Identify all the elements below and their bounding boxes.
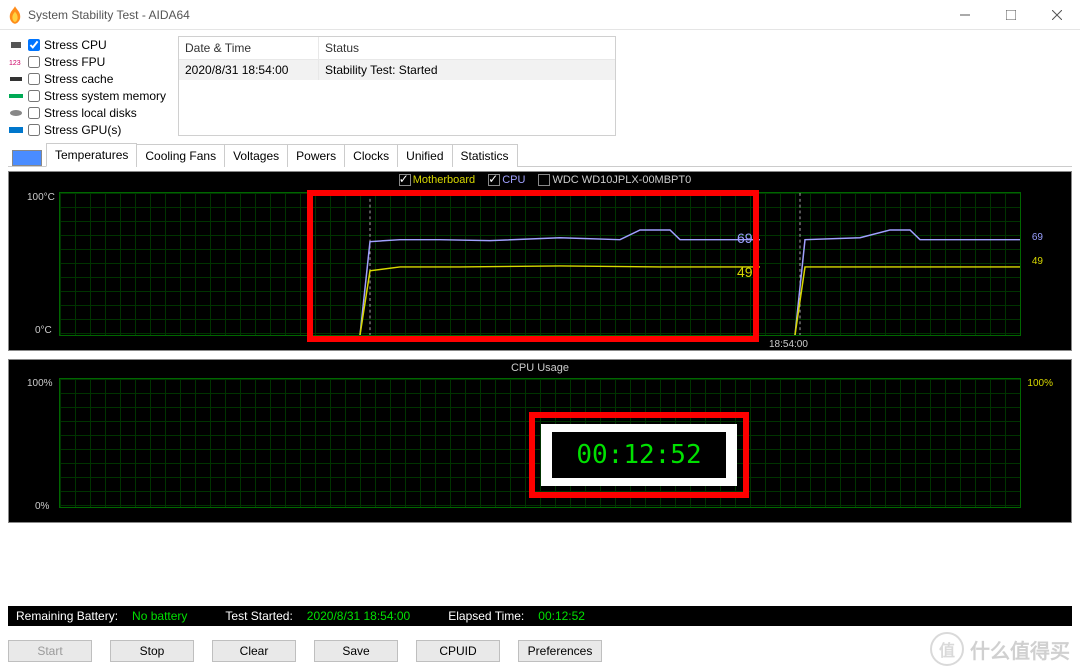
tab-statistics[interactable]: Statistics	[452, 144, 518, 167]
close-button[interactable]	[1034, 0, 1080, 30]
cpu-ymax-l: 100%	[27, 378, 53, 389]
highlight-box-2: 00:12:52	[529, 412, 749, 498]
stress-gpu-checkbox[interactable]	[28, 124, 40, 136]
legend-wd-label: WDC WD10JPLX-00MBPT0	[552, 174, 691, 186]
start-button[interactable]: Start	[8, 640, 92, 662]
timer-overlay: 00:12:52	[541, 424, 737, 486]
tab-bar: Temperatures Cooling Fans Voltages Power…	[8, 142, 1072, 167]
legend-wd-checkbox[interactable]	[538, 174, 550, 186]
stop-button[interactable]: Stop	[110, 640, 194, 662]
cell-status: Stability Test: Started	[319, 60, 615, 80]
status-bar: Remaining Battery: No battery Test Start…	[8, 606, 1072, 626]
stress-disk-checkbox[interactable]	[28, 107, 40, 119]
cpu-title: CPU Usage	[9, 362, 1071, 374]
cache-icon	[8, 73, 24, 85]
stress-cpu-label: Stress CPU	[44, 38, 107, 52]
battery-label: Remaining Battery:	[16, 609, 118, 623]
maximize-button[interactable]	[988, 0, 1034, 30]
stress-options: Stress CPU 123 Stress FPU Stress cache S…	[8, 36, 168, 138]
tab-clocks[interactable]: Clocks	[344, 144, 398, 167]
temp-ymin: 0°C	[35, 325, 52, 336]
temperature-chart: Motherboard CPU WDC WD10JPLX-00MBPT0 100…	[8, 171, 1072, 351]
legend-mb-label: Motherboard	[413, 174, 475, 186]
legend-cpu-label: CPU	[502, 174, 525, 186]
tab-unified[interactable]: Unified	[397, 144, 452, 167]
legend-cpu-checkbox[interactable]	[488, 174, 500, 186]
app-window: System Stability Test - AIDA64 Stress CP…	[0, 0, 1080, 670]
temp-ymax: 100°C	[27, 192, 55, 203]
fpu-icon: 123	[8, 56, 24, 68]
timer-value: 00:12:52	[552, 432, 725, 478]
stress-disk-label: Stress local disks	[44, 106, 137, 120]
stress-fpu-label: Stress FPU	[44, 55, 105, 69]
stress-cpu-row[interactable]: Stress CPU	[8, 36, 168, 53]
elapsed-label: Elapsed Time:	[448, 609, 524, 623]
temp-mb-value-r: 49	[1032, 256, 1043, 267]
table-row[interactable]: 2020/8/31 18:54:00 Stability Test: Start…	[179, 60, 615, 80]
battery-value: No battery	[124, 609, 195, 623]
stress-cache-checkbox[interactable]	[28, 73, 40, 85]
gpu-icon	[8, 124, 24, 136]
stress-cache-label: Stress cache	[44, 72, 113, 86]
cpu-ymin: 0%	[35, 501, 49, 512]
started-label: Test Started:	[225, 609, 292, 623]
stress-gpu-label: Stress GPU(s)	[44, 123, 121, 137]
cpuid-button[interactable]: CPUID	[416, 640, 500, 662]
stress-disk-row[interactable]: Stress local disks	[8, 104, 168, 121]
event-log-table: Date & Time Status 2020/8/31 18:54:00 St…	[178, 36, 616, 136]
elapsed-value: 00:12:52	[530, 609, 593, 623]
stress-mem-label: Stress system memory	[44, 89, 166, 103]
watermark-text: 什么值得买	[970, 635, 1070, 664]
stress-cache-row[interactable]: Stress cache	[8, 70, 168, 87]
stress-fpu-row[interactable]: 123 Stress FPU	[8, 53, 168, 70]
tab-powers[interactable]: Powers	[287, 144, 345, 167]
watermark: 值 什么值得买	[930, 632, 1070, 666]
stress-mem-row[interactable]: Stress system memory	[8, 87, 168, 104]
tab-temperatures[interactable]: Temperatures	[46, 143, 137, 167]
tab-cooling-fans[interactable]: Cooling Fans	[136, 144, 225, 167]
watermark-circle: 值	[930, 632, 964, 666]
preferences-button[interactable]: Preferences	[518, 640, 602, 662]
clear-button[interactable]: Clear	[212, 640, 296, 662]
col-status[interactable]: Status	[319, 37, 615, 59]
disk-icon	[8, 107, 24, 119]
temp-xtick: 18:54:00	[769, 339, 808, 350]
save-button[interactable]: Save	[314, 640, 398, 662]
thumbnail-icon[interactable]	[12, 150, 42, 166]
stress-gpu-row[interactable]: Stress GPU(s)	[8, 121, 168, 138]
window-title: System Stability Test - AIDA64	[28, 8, 190, 22]
cpu-ymax-r: 100%	[1027, 378, 1053, 389]
temp-legend: Motherboard CPU WDC WD10JPLX-00MBPT0	[9, 174, 1071, 186]
table-header: Date & Time Status	[179, 37, 615, 60]
legend-mb-checkbox[interactable]	[399, 174, 411, 186]
highlight-box-1	[307, 190, 759, 342]
button-bar: Start Stop Clear Save CPUID Preferences	[8, 640, 602, 662]
app-icon	[8, 6, 22, 24]
cell-datetime: 2020/8/31 18:54:00	[179, 60, 319, 80]
minimize-button[interactable]	[942, 0, 988, 30]
stress-fpu-checkbox[interactable]	[28, 56, 40, 68]
cpu-usage-chart: CPU Usage 100% 100% 0% 00:12:52	[8, 359, 1072, 523]
titlebar[interactable]: System Stability Test - AIDA64	[0, 0, 1080, 30]
svg-text:123: 123	[9, 60, 21, 67]
started-value: 2020/8/31 18:54:00	[299, 609, 418, 623]
temp-cpu-value-r: 69	[1032, 232, 1043, 243]
memory-icon	[8, 90, 24, 102]
stress-mem-checkbox[interactable]	[28, 90, 40, 102]
col-datetime[interactable]: Date & Time	[179, 37, 319, 59]
tab-voltages[interactable]: Voltages	[224, 144, 288, 167]
cpu-icon	[8, 39, 24, 51]
stress-cpu-checkbox[interactable]	[28, 39, 40, 51]
